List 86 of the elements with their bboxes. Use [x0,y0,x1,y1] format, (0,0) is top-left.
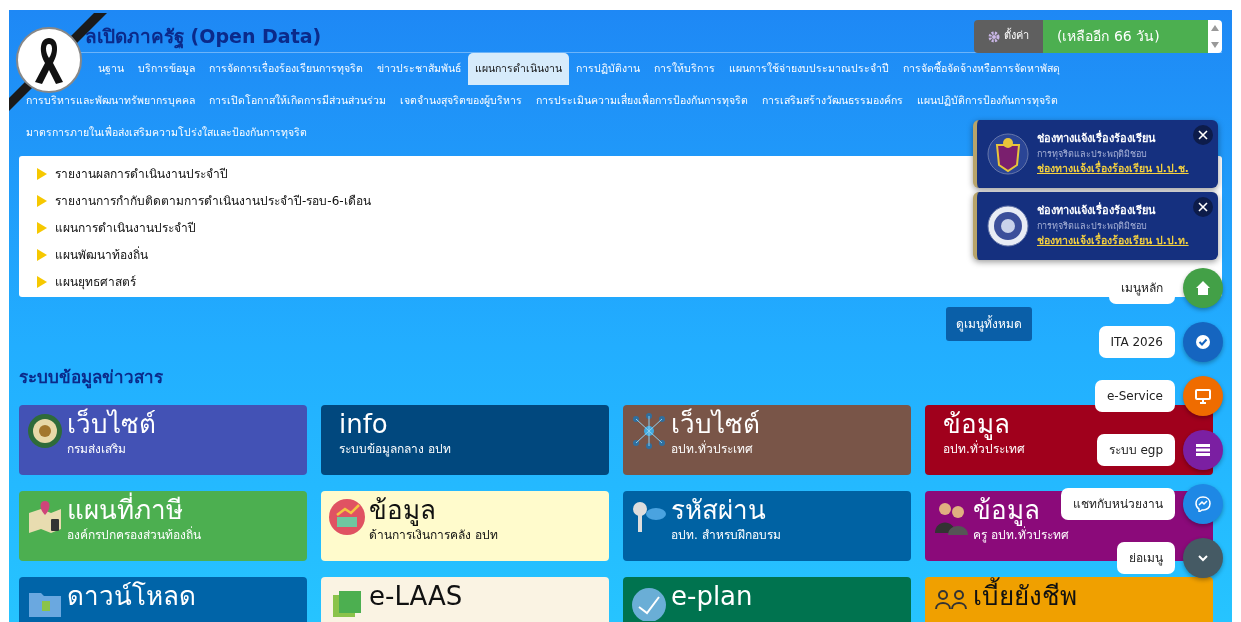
quick-menu-button[interactable] [1183,538,1223,578]
tile-title: info [339,408,388,440]
close-button[interactable] [1193,197,1213,217]
tile-card[interactable]: รหัสผ่าน อปท. สำหรบฝึกอบรม [623,490,911,561]
notice-link[interactable]: ช่องทางแจ้งเรื่องร้องเรียน ป.ป.ช. [1037,161,1189,177]
tile-card[interactable]: ข้อมูล ด้านการเงินการคลัง อปท [321,490,609,561]
list-link[interactable]: รายงานผลการดำเนินงานประจำปี [55,164,228,183]
tile-title: ข้อมูล [943,408,1010,440]
home-icon [1195,280,1211,296]
list-icon [1195,442,1211,458]
network-icon [631,412,667,449]
quick-menu-button[interactable] [1183,484,1223,524]
bullet-triangle-icon [37,248,47,261]
notice-subtitle: การทุจริตและประพฤติมิชอบ [1037,147,1148,160]
notice-link[interactable]: ช่องทางแจ้งเรื่องร้องเรียน ป.ป.ท. [1037,233,1189,249]
tile-card[interactable]: info ระบบข้อมูลกลาง อปท [321,404,609,475]
emblem-icon [987,205,1029,247]
close-icon [1198,130,1208,140]
menu-tab[interactable]: การจัดซื้อจัดจ้างหรือการจัดหาพัสดุ [896,53,1067,85]
tile-subtitle: กรมส่งเสริม [67,440,126,458]
settings-button[interactable]: ตั้งค่า [974,20,1043,53]
quick-menu-label[interactable]: ย่อเมนู [1117,542,1175,574]
tile-card[interactable]: e-LAAS [321,576,609,622]
emblem-icon [987,133,1029,175]
tile-title: แผนที่ภาษี [67,494,183,526]
tile-title: e-LAAS [369,580,463,612]
menu-tab[interactable]: นฐาน [91,53,131,85]
menu-tab[interactable]: แผนการดำเนินงาน [468,53,569,85]
tile-title: e-plan [671,580,753,612]
menu-tab[interactable]: การให้บริการ [647,53,722,85]
bullet-triangle-icon [37,194,47,207]
quick-menu-label[interactable]: ระบบ egp [1096,434,1175,466]
chat-bubble-icon [1195,496,1211,512]
quick-menu-label[interactable]: e-Service [1094,380,1175,412]
menu-tab[interactable]: ข่าวประชาสัมพันธ์ [370,53,468,85]
tile-title: เว็บไซต์ [67,408,156,440]
tile-card[interactable]: ดาวน์โหลด [19,576,307,622]
tile-subtitle: อปท. สำหรบฝึกอบรม [671,526,781,544]
seal-icon [27,412,63,449]
tile-subtitle: ครู อปท.ทั่วประทศ [973,526,1069,544]
tile-card[interactable]: e-plan [623,576,911,622]
list-link[interactable]: รายงานการกำกับติดตามการดำเนินงานประจำปี-รอบ-6-เดือน [55,191,371,210]
tile-card[interactable]: เบี้ยยังชีพ [925,576,1213,622]
monitor-icon [1195,388,1211,404]
list-link[interactable]: แผนยุทธศาสตร์ [55,272,136,291]
notice-subtitle: การทุจริตและประพฤติมิชอบ [1037,219,1148,232]
tile-title: รหัสผ่าน [671,494,766,526]
list-link[interactable]: แผนการดำเนินงานประจำปี [55,218,196,237]
menu-tab[interactable]: การปฏิบัติงาน [569,53,647,85]
countdown-label: (เหลืออีก 66 วัน) [1043,20,1208,53]
menu-tab[interactable]: บริการข้อมูล [131,53,202,85]
quick-menu-button[interactable] [1183,376,1223,416]
list-link[interactable]: แผนพัฒนาท้องถิ่น [55,245,148,264]
bullet-triangle-icon [37,167,47,180]
tile-card[interactable]: เว็บไซต์ กรมส่งเสริม [19,404,307,475]
check-badge-icon [1195,334,1211,350]
tile-title: ข้อมูล [973,494,1040,526]
tile-title: ดาวน์โหลด [67,580,196,612]
all-menu-button[interactable]: ดูเมนูทั้งหมด [946,307,1032,342]
tile-subtitle: ระบบข้อมูลกลาง อปท [339,440,451,458]
notice-title: ช่องทางแจ้งเรื่องร้องเรียน [1037,131,1157,148]
menu-tab[interactable]: แผนการใช้จ่ายงบประมาณประจำปี [722,53,896,85]
money-icon [329,498,365,535]
map-icon [27,498,63,535]
page-title: ลเปิดภาครัฐ (Open Data) [84,24,322,51]
tile-title: เว็บไซต์ [671,408,760,440]
tile-subtitle: อปท.ทั่วประเทศ [943,440,1025,458]
quick-menu-button[interactable] [1183,322,1223,362]
close-button[interactable] [1193,125,1213,145]
bullet-triangle-icon [37,221,47,234]
tile-subtitle: ด้านการเงินการคลัง อปท [369,526,498,544]
tile-subtitle: องค์กรปกครองส่วนท้องถิ่น [67,525,201,544]
quick-menu-label[interactable]: ITA 2026 [1098,326,1175,358]
quick-menu-label[interactable]: แชทกับหน่วยงาน [1061,488,1175,520]
gear-icon [988,30,1000,43]
bullet-triangle-icon [37,275,47,288]
tile-card[interactable]: เว็บไซต์ อปท.ทั่วประเทศ [623,404,911,475]
quick-menu-button[interactable] [1183,430,1223,470]
menu-tab[interactable]: การจัดการเรื่องร้องเรียนการทุจริต [202,53,370,85]
section-title: ระบบข้อมูลข่าวสาร [19,366,163,391]
notice-title: ช่องทางแจ้งเรื่องร้องเรียน [1037,203,1157,220]
scroll-down-icon [1210,41,1220,49]
scroll-up-icon [1210,24,1220,32]
close-icon [1198,202,1208,212]
tile-subtitle: อปท.ทั่วประเทศ [671,439,753,458]
tile-title: ข้อมูล [369,494,436,526]
